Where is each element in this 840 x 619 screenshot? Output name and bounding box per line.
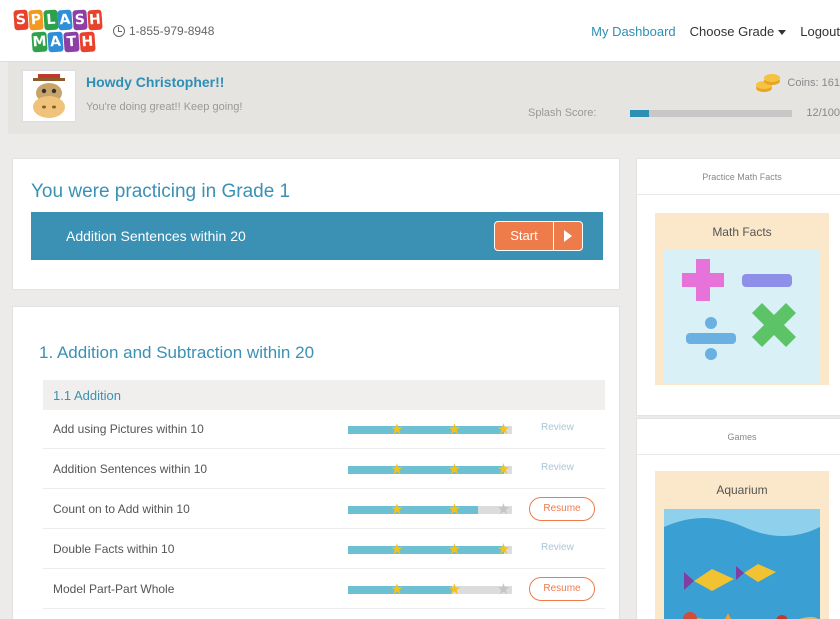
star-icon: ★ <box>390 460 404 478</box>
games-header: Games <box>637 419 840 455</box>
coins-label: Coins: 161 <box>787 77 840 89</box>
skill-progress-bar: ★ ★ ★ <box>348 581 512 597</box>
logo-letter: A <box>57 9 73 31</box>
skill-row[interactable]: Model Part-Part Whole ★ ★ ★ Resume <box>43 570 605 609</box>
games-panel: Games Aquarium <box>636 418 840 619</box>
skill-progress-bar: ★ ★ ★ <box>348 501 512 517</box>
skill-name: Double Facts within 10 <box>53 542 175 556</box>
star-icon: ★ <box>496 500 511 518</box>
review-link[interactable]: Review <box>541 462 574 473</box>
progress-fill <box>348 426 504 434</box>
avatar <box>22 70 76 122</box>
skill-name: Addition Sentences within 10 <box>53 462 208 476</box>
progress-fill <box>348 546 504 554</box>
greeting-panel: Howdy Christopher!! You're doing great!!… <box>8 62 840 134</box>
math-facts-header: Practice Math Facts <box>637 159 840 195</box>
current-skill-name: Addition Sentences within 20 <box>66 228 246 244</box>
splash-score-value: 12/100 <box>806 107 840 119</box>
math-facts-tile-title: Math Facts <box>712 225 772 239</box>
logo-letter: M <box>31 31 48 53</box>
hippo-avatar-icon <box>33 74 65 118</box>
skill-row[interactable]: Addition Sentences within 10 ★ ★ ★ Review <box>43 450 605 489</box>
resume-button[interactable]: Resume <box>529 577 595 601</box>
splash-score-label: Splash Score: <box>528 107 597 119</box>
math-facts-tile[interactable]: Math Facts <box>655 213 829 385</box>
star-icon: ★ <box>447 540 462 558</box>
practice-heading: You were practicing in Grade 1 <box>31 181 291 202</box>
skill-progress-bar: ★ ★ ★ <box>348 421 512 437</box>
top-nav: My Dashboard Choose Grade Logout <box>591 24 840 39</box>
star-icon: ★ <box>390 580 404 598</box>
continue-practice-card: You were practicing in Grade 1 Addition … <box>12 158 620 290</box>
my-dashboard-link[interactable]: My Dashboard <box>591 24 676 39</box>
skill-row[interactable]: Add using Pictures within 10 ★ ★ ★ Review <box>43 410 605 449</box>
current-skill-band: Addition Sentences within 20 Start <box>31 212 603 260</box>
math-facts-panel: Practice Math Facts Math Facts <box>636 158 840 416</box>
splash-score-bar <box>630 110 792 117</box>
star-icon: ★ <box>496 420 511 438</box>
review-link[interactable]: Review <box>541 542 574 553</box>
unit-title: 1. Addition and Subtraction within 20 <box>39 343 315 362</box>
aquarium-scene-icon <box>664 509 820 619</box>
star-icon: ★ <box>390 540 404 558</box>
star-icon: ★ <box>447 580 462 598</box>
unit-skills-card: 1. Addition and Subtraction within 20 1.… <box>12 306 620 619</box>
greeting-title: Howdy Christopher!! <box>86 74 225 90</box>
play-icon <box>554 222 582 250</box>
star-icon: ★ <box>496 460 511 478</box>
logo-letter: S <box>13 9 29 31</box>
skill-row[interactable]: Count on to Add within 10 ★ ★ ★ Resume <box>43 490 605 529</box>
skill-row[interactable]: Double Facts within 10 ★ ★ ★ Review <box>43 530 605 569</box>
logo-bottom-row: MATH <box>31 31 102 53</box>
math-operations-icon <box>664 249 820 383</box>
star-icon: ★ <box>496 580 511 598</box>
start-button[interactable]: Start <box>494 221 583 251</box>
resume-button[interactable]: Resume <box>529 497 595 521</box>
splash-score-fill <box>630 110 650 117</box>
start-label: Start <box>495 222 554 250</box>
star-icon: ★ <box>496 540 511 558</box>
progress-fill <box>348 466 504 474</box>
star-icon: ★ <box>447 500 462 518</box>
logo-top-row: SPLASH <box>13 9 103 31</box>
aquarium-game-tile[interactable]: Aquarium <box>655 471 829 619</box>
logo-letter: H <box>87 9 103 31</box>
star-icon: ★ <box>447 420 462 438</box>
skill-name: Add using Pictures within 10 <box>53 422 204 436</box>
chevron-down-icon <box>778 30 787 36</box>
star-icon: ★ <box>390 420 404 438</box>
coins-icon <box>756 74 781 92</box>
review-link[interactable]: Review <box>541 422 574 433</box>
subsection-title: 1.1 Addition <box>53 388 121 403</box>
star-icon: ★ <box>390 500 404 518</box>
phone-number: 1-855-979-8948 <box>129 24 215 38</box>
logout-link[interactable]: Logout <box>800 24 840 39</box>
logo-letter: H <box>79 31 96 53</box>
logo-letter: L <box>42 9 59 31</box>
choose-grade-label: Choose Grade <box>689 24 775 39</box>
logo-letter: T <box>63 31 80 53</box>
skill-progress-bar: ★ ★ ★ <box>348 461 512 477</box>
subsection-header: 1.1 Addition <box>43 380 605 410</box>
choose-grade-dropdown[interactable]: Choose Grade <box>690 24 787 39</box>
aquarium-tile-title: Aquarium <box>716 483 768 497</box>
logo-letter: A <box>47 31 64 53</box>
greeting-subtitle: You're doing great!! Keep going! <box>86 101 243 113</box>
phone-contact: 1-855-979-8948 <box>113 24 214 38</box>
logo-letter: P <box>28 9 44 31</box>
phone-icon <box>113 25 125 37</box>
skill-progress-bar: ★ ★ ★ <box>348 541 512 557</box>
skill-name: Model Part-Part Whole <box>53 582 175 596</box>
skill-name: Count on to Add within 10 <box>53 502 190 516</box>
star-icon: ★ <box>447 460 462 478</box>
logo-letter: S <box>72 9 88 31</box>
coins-counter: Coins: 161 <box>755 72 840 94</box>
top-bar: SPLASH MATH 1-855-979-8948 My Dashboard … <box>0 0 840 62</box>
splash-math-logo[interactable]: SPLASH MATH <box>13 9 103 54</box>
